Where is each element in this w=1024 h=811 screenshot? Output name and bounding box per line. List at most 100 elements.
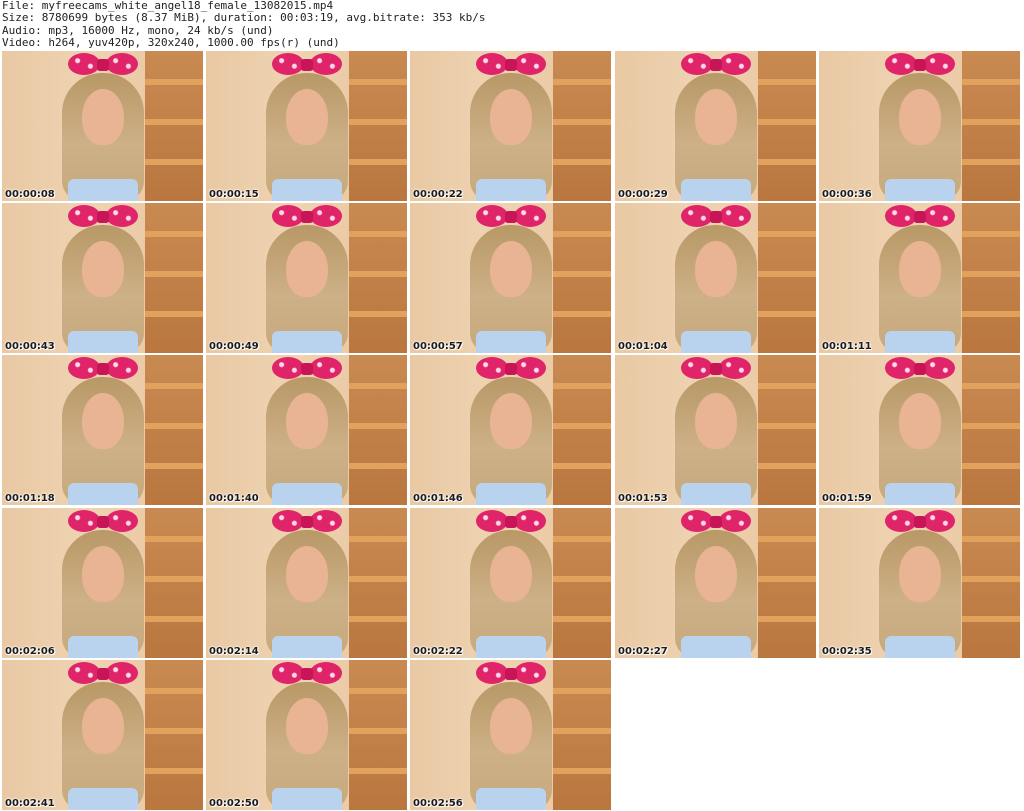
shelf-board [758,79,816,85]
thumbnail-timestamp: 00:01:46 [413,493,463,504]
wooden-shelf [553,203,611,353]
thumbnail-timestamp: 00:02:14 [209,646,259,657]
polka-dot-bow-icon [476,53,546,77]
polka-dot-bow-icon [476,205,546,229]
video-thumbnail: 00:02:14 [206,508,407,658]
shelf-board [553,423,611,429]
wooden-shelf [349,508,407,658]
shelf-board [962,423,1020,429]
polka-dot-bow-icon [68,357,138,381]
clothing-top [476,483,546,505]
wooden-shelf [553,51,611,201]
shelf-board [962,271,1020,277]
face-shape [695,546,737,602]
shelf-board [145,688,203,694]
shelf-board [349,119,407,125]
face-shape [286,241,328,297]
file-info-header: File: myfreecams_white_angel18_female_13… [2,0,1022,50]
thumbnail-timestamp: 00:00:43 [5,341,55,352]
clothing-top [476,788,546,810]
face-shape [286,698,328,754]
polka-dot-bow-icon [476,510,546,534]
face-shape [490,89,532,145]
shelf-board [962,231,1020,237]
shelf-board [758,576,816,582]
thumbnail-timestamp: 00:00:49 [209,341,259,352]
video-thumbnail: 00:01:46 [410,355,611,505]
wooden-shelf [758,508,816,658]
shelf-board [349,536,407,542]
video-thumbnail: 00:00:43 [2,203,203,353]
shelf-board [962,159,1020,165]
wooden-shelf [553,508,611,658]
shelf-board [553,159,611,165]
clothing-top [885,636,955,658]
thumbnail-timestamp: 00:00:29 [618,189,668,200]
thumbnail-timestamp: 00:00:08 [5,189,55,200]
shelf-board [758,231,816,237]
shelf-board [553,576,611,582]
wooden-shelf [758,51,816,201]
shelf-board [145,79,203,85]
face-shape [899,546,941,602]
video-thumbnail: 00:00:15 [206,51,407,201]
shelf-board [758,159,816,165]
thumbnail-timestamp: 00:02:22 [413,646,463,657]
wooden-shelf [962,355,1020,505]
wooden-shelf [349,660,407,810]
face-shape [695,393,737,449]
clothing-top [272,788,342,810]
clothing-top [681,331,751,353]
clothing-top [476,331,546,353]
clothing-top [681,483,751,505]
face-shape [695,89,737,145]
wooden-shelf [349,203,407,353]
clothing-top [476,636,546,658]
wooden-shelf [758,355,816,505]
video-thumbnail: 00:00:36 [819,51,1020,201]
shelf-board [553,79,611,85]
polka-dot-bow-icon [272,510,342,534]
thumbnail-timestamp: 00:01:59 [822,493,872,504]
video-thumbnail: 00:00:49 [206,203,407,353]
shelf-board [349,688,407,694]
shelf-board [349,231,407,237]
video-thumbnail: 00:01:53 [615,355,816,505]
thumbnail-timestamp: 00:01:40 [209,493,259,504]
video-thumbnail: 00:01:04 [615,203,816,353]
polka-dot-bow-icon [68,662,138,686]
shelf-board [758,463,816,469]
shelf-board [349,79,407,85]
face-shape [490,546,532,602]
clothing-top [272,179,342,201]
polka-dot-bow-icon [885,205,955,229]
polka-dot-bow-icon [272,357,342,381]
shelf-board [758,119,816,125]
polka-dot-bow-icon [681,510,751,534]
clothing-top [272,483,342,505]
clothing-top [681,636,751,658]
face-shape [490,698,532,754]
thumbnail-timestamp: 00:02:35 [822,646,872,657]
thumbnail-grid: 00:00:08 00:00:15 00:00:22 00:00:29 00:00:36… [0,50,1024,811]
shelf-board [553,311,611,317]
clothing-top [476,179,546,201]
wooden-shelf [145,51,203,201]
shelf-board [349,463,407,469]
shelf-board [145,728,203,734]
shelf-board [145,616,203,622]
clothing-top [681,179,751,201]
shelf-board [145,383,203,389]
shelf-board [553,536,611,542]
shelf-board [145,423,203,429]
face-shape [286,89,328,145]
face-shape [286,393,328,449]
thumbnail-timestamp: 00:02:41 [5,798,55,809]
shelf-board [145,119,203,125]
shelf-board [962,119,1020,125]
polka-dot-bow-icon [681,205,751,229]
shelf-board [553,768,611,774]
polka-dot-bow-icon [885,510,955,534]
shelf-board [349,768,407,774]
shelf-board [145,231,203,237]
